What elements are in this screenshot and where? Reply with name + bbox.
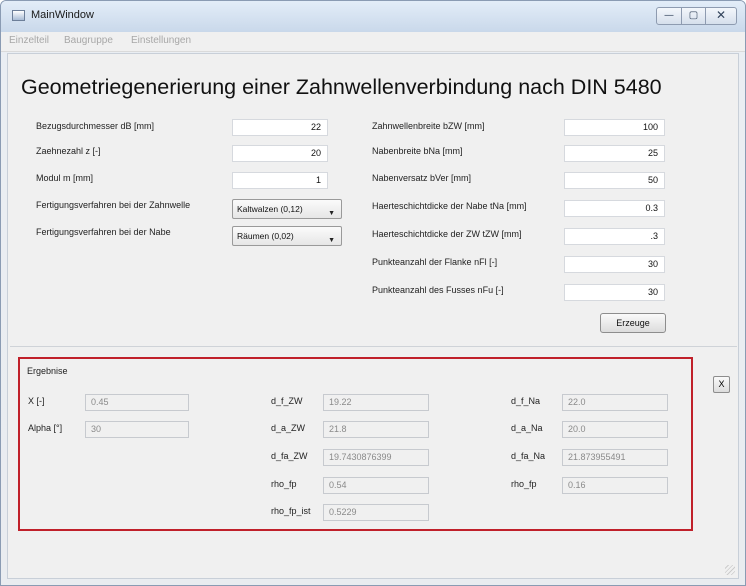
label-d-fa-zw: d_fa_ZW [271,451,308,461]
d-fa-zw-output: 19.7430876399 [323,449,429,466]
label-zaehnezahl: Zaehnezahl z [-] [36,146,101,156]
d-a-na-output: 20.0 [562,421,668,438]
label-haerteschicht-nabe: Haerteschichtdicke der Nabe tNa [mm] [372,201,527,211]
nabenbreite-input[interactable]: 25 [564,145,665,162]
bezugsdurchmesser-input[interactable]: 22 [232,119,328,136]
erzeuge-button[interactable]: Erzeuge [600,313,666,333]
chevron-down-icon: ▼ [328,210,335,217]
menu-bar: Einzelteil Baugruppe Einstellungen [1,32,745,52]
label-x: X [-] [28,396,45,406]
rho-fp-na-output: 0.16 [562,477,668,494]
rho-fp-ist-output: 0.5229 [323,504,429,521]
fertigung-nabe-select[interactable]: Räumen (0,02) ▼ [232,226,342,246]
label-d-f-na: d_f_Na [511,396,541,406]
window-title: MainWindow [31,9,94,21]
label-d-fa-na: d_fa_Na [511,451,546,461]
label-punkte-flanke: Punkteanzahl der Flanke nFl [-] [372,257,498,267]
x-output: 0.45 [85,394,189,411]
haerteschicht-zw-input[interactable]: .3 [564,228,665,245]
label-haerteschicht-zw: Haerteschichtdicke der ZW tZW [mm] [372,229,522,239]
zahnwellenbreite-input[interactable]: 100 [564,119,665,136]
menu-baugruppe[interactable]: Baugruppe [64,35,113,46]
minimize-button[interactable]: — [656,7,682,25]
punkte-fuss-input[interactable]: 30 [564,284,665,301]
fertigung-nabe-value: Räumen (0,02) [237,231,294,241]
label-bezugsdurchmesser: Bezugsdurchmesser dB [mm] [36,121,155,131]
menu-einstellungen[interactable]: Einstellungen [131,35,191,46]
page-title: Geometriegenerierung einer Zahnwellenver… [21,75,662,99]
alpha-output: 30 [85,421,189,438]
fertigung-zahnwelle-value: Kaltwalzen (0,12) [237,204,303,214]
label-punkte-fuss: Punkteanzahl des Fusses nFu [-] [372,285,504,295]
menu-einzelteil[interactable]: Einzelteil [9,35,49,46]
label-nabenbreite: Nabenbreite bNa [mm] [372,146,463,156]
d-f-na-output: 22.0 [562,394,668,411]
d-fa-na-output: 21.873955491 [562,449,668,466]
label-fertigung-zahnwelle: Fertigungsverfahren bei der Zahnwelle [36,200,191,210]
resize-grip-icon[interactable] [725,565,735,575]
fertigung-zahnwelle-select[interactable]: Kaltwalzen (0,12) ▼ [232,199,342,219]
label-modul: Modul m [mm] [36,173,94,183]
title-bar[interactable]: MainWindow — ▢ ✕ [1,1,745,31]
label-nabenversatz: Nabenversatz bVer [mm] [372,173,472,183]
label-rho-fp-zw: rho_fp [271,479,297,489]
label-rho-fp-na: rho_fp [511,479,537,489]
close-results-button[interactable]: X [713,376,730,393]
maximize-button[interactable]: ▢ [681,7,706,25]
label-fertigung-nabe: Fertigungsverfahren bei der Nabe [36,227,171,237]
label-rho-fp-ist: rho_fp_ist [271,506,311,516]
label-d-f-zw: d_f_ZW [271,396,303,406]
label-alpha: Alpha [°] [28,423,63,433]
punkte-flanke-input[interactable]: 30 [564,256,665,273]
label-d-a-zw: d_a_ZW [271,423,306,433]
d-f-zw-output: 19.22 [323,394,429,411]
results-title: Ergebnise [27,366,68,376]
label-zahnwellenbreite: Zahnwellenbreite bZW [mm] [372,121,485,131]
label-d-a-na: d_a_Na [511,423,543,433]
main-window: MainWindow — ▢ ✕ Einzelteil Baugruppe Ei… [0,0,746,586]
nabenversatz-input[interactable]: 50 [564,172,665,189]
divider [10,346,737,347]
d-a-zw-output: 21.8 [323,421,429,438]
rho-fp-zw-output: 0.54 [323,477,429,494]
close-window-button[interactable]: ✕ [705,7,737,25]
app-window-icon [12,10,25,21]
chevron-down-icon: ▼ [328,237,335,244]
zaehnezahl-input[interactable]: 20 [232,145,328,162]
haerteschicht-nabe-input[interactable]: 0.3 [564,200,665,217]
modul-input[interactable]: 1 [232,172,328,189]
